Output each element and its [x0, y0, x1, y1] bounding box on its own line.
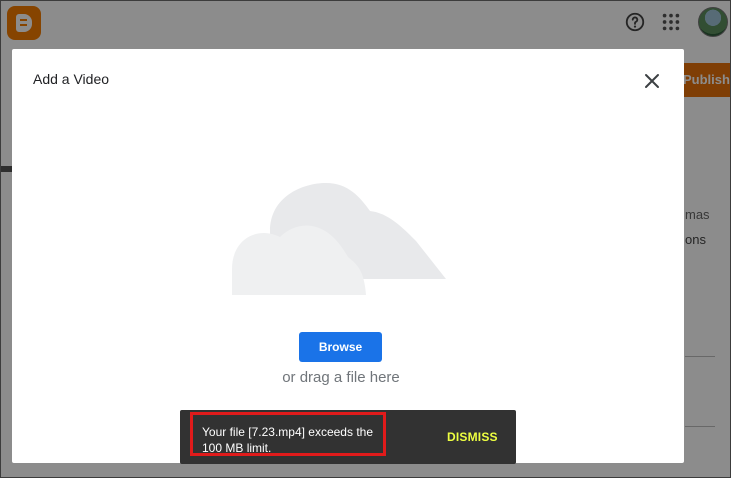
add-video-dialog: Add a Video Browse or drag a file here: [12, 49, 684, 463]
dismiss-button[interactable]: DISMISS: [447, 430, 498, 444]
file-size-error-message: Your file [7.23.mp4] exceeds the 100 MB …: [190, 412, 386, 456]
cloud-upload-icon: [232, 183, 446, 295]
browse-button[interactable]: Browse: [299, 332, 382, 362]
dialog-title: Add a Video: [33, 71, 110, 87]
drag-file-hint: or drag a file here: [282, 369, 400, 386]
browser-frame: Publish mas ons Add a Video Browse or dr…: [0, 0, 731, 478]
error-snackbar: Your file [7.23.mp4] exceeds the 100 MB …: [180, 410, 516, 464]
close-icon[interactable]: [640, 69, 664, 93]
